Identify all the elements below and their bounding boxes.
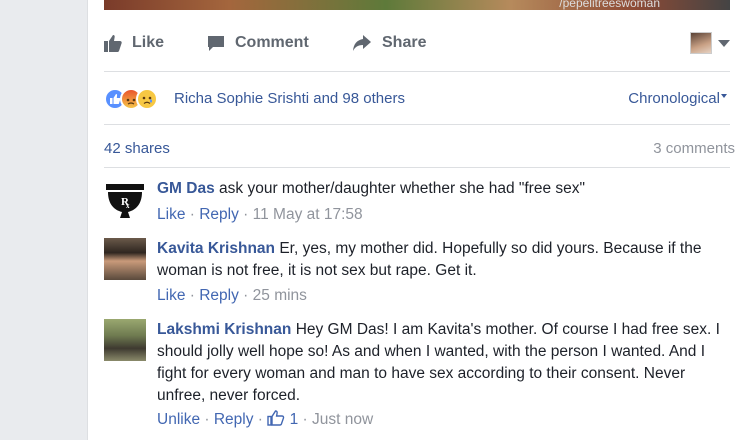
commenter-avatar[interactable] [104,238,146,280]
post-card: /pepelitreeswoman Like Comment Share Ric… [87,0,735,440]
caret-down-icon [721,94,727,98]
comment-reply-link[interactable]: Reply [214,411,254,428]
comment-meta: Like · Reply · 25 mins [157,287,307,305]
post-action-bar: Like Comment Share [104,26,730,66]
chevron-down-icon [718,39,730,47]
svg-text:x: x [126,202,130,210]
mortar-pestle-rx-icon: R x [104,178,146,220]
thumbs-up-outline-icon [267,410,285,426]
separator: · [253,411,268,428]
viewer-avatar [690,32,712,54]
share-button[interactable]: Share [352,34,426,52]
separator: · [185,206,200,223]
comment-reply-link[interactable]: Reply [199,287,239,304]
share-arrow-icon [353,35,371,51]
comment-timestamp[interactable]: 25 mins [253,287,307,304]
comment-like-link[interactable]: Like [157,287,185,304]
comment-order-dropdown[interactable]: Chronological [628,90,720,107]
reactions-names-link[interactable]: Richa Sophie Srishti and 98 others [174,90,405,107]
sad-reaction-icon [136,88,158,110]
photo-watermark: /pepelitreeswoman [559,0,660,10]
comment-body: Lakshmi Krishnan Hey GM Das! I am Kavita… [157,319,727,407]
comment-author-link[interactable]: GM Das [157,180,215,197]
comment-author-link[interactable]: Lakshmi Krishnan [157,321,291,338]
commenter-avatar[interactable]: R x [104,178,146,220]
post-as-selector[interactable] [690,32,730,54]
divider [104,167,730,168]
comment-timestamp[interactable]: Just now [312,411,373,428]
speech-bubble-icon [208,36,224,51]
separator: · [238,287,253,304]
comment-author-link[interactable]: Kavita Krishnan [157,240,275,257]
thumbs-up-icon [104,35,122,52]
comment-like-count[interactable]: 1 [267,410,299,428]
comment-text: ask your mother/daughter whether she had… [219,180,586,197]
comment-body: GM Das ask your mother/daughter whether … [157,178,727,200]
commenter-avatar[interactable] [104,319,146,361]
comment-reply-link[interactable]: Reply [199,206,239,223]
comment-unlike-link[interactable]: Unlike [157,411,200,428]
comment-timestamp[interactable]: 11 May at 17:58 [253,206,363,223]
like-button[interactable]: Like [104,34,164,52]
separator: · [200,411,214,428]
like-label: Like [132,34,165,51]
like-count-value: 1 [289,411,299,428]
separator: · [185,287,200,304]
reaction-icons[interactable] [104,88,158,110]
comment-meta: Unlike · Reply · 1 · Just now [157,410,373,429]
divider [104,71,730,72]
divider [104,124,730,125]
comment-button[interactable]: Comment [207,34,735,52]
separator: · [298,411,312,428]
separator: · [238,206,253,223]
comment-label: Comment [235,34,309,51]
shares-count-link[interactable]: 42 shares [104,140,170,157]
comments-count-link[interactable]: 3 comments [653,140,735,157]
share-label: Share [382,34,427,51]
reactions-summary: Richa Sophie Srishti and 98 others Chron… [104,86,730,112]
post-photo[interactable]: /pepelitreeswoman [104,0,730,10]
comment-like-link[interactable]: Like [157,206,185,223]
comment-meta: Like · Reply · 11 May at 17:58 [157,206,363,224]
comment-body: Kavita Krishnan Er, yes, my mother did. … [157,238,727,282]
